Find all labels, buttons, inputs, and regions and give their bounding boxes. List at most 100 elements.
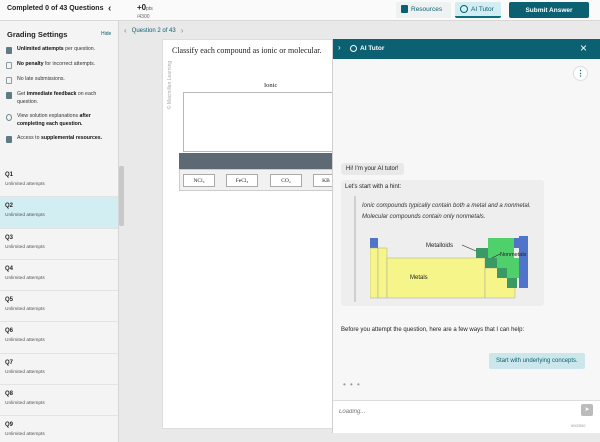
setting-text: No penalty for incorrect attempts. <box>17 61 96 67</box>
question-item-q8[interactable]: Q8 Unlimited attempts <box>0 385 118 417</box>
pt-metals-block <box>370 247 379 299</box>
resources-label: Resources <box>411 5 443 13</box>
points-value: +0 <box>137 3 147 12</box>
question-item-q6[interactable]: Q6 Unlimited attempts <box>0 322 118 354</box>
underlying-concepts-button[interactable]: Start with underlying concepts. <box>489 353 585 369</box>
grading-settings-list: Unlimited attempts per question. No pena… <box>6 46 114 150</box>
question-item-q3[interactable]: Q3 Unlimited attempts <box>0 229 118 260</box>
pt-noble-gases-block <box>514 238 519 248</box>
question-name: Q6 <box>5 328 14 335</box>
question-name: Q5 <box>5 297 14 304</box>
setting-text: View solution explanations after complet… <box>17 113 91 127</box>
question-prompt: Classify each compound as ionic or molec… <box>172 46 322 55</box>
question-item-q2[interactable]: Q2 Unlimited attempts <box>0 197 118 229</box>
answer-chip-co2[interactable]: CO₂ <box>270 174 302 187</box>
resources-button[interactable]: Resources <box>396 2 451 18</box>
unlimited-icon <box>6 47 12 54</box>
close-icon[interactable]: × <box>580 41 587 55</box>
next-question-icon[interactable]: › <box>181 26 184 35</box>
pt-noble-gases-block <box>519 236 528 288</box>
collapse-sidebar-button[interactable]: ‹ <box>108 3 111 15</box>
setting-item: No late submissions. <box>6 76 114 84</box>
question-item-q5[interactable]: Q5 Unlimited attempts <box>0 291 118 323</box>
question-attempts: Unlimited attempts <box>5 401 45 407</box>
top-bar: Completed 0 of 43 Questions ‹ +0pts /430… <box>0 0 600 21</box>
answer-chip-kb[interactable]: KB <box>313 174 333 187</box>
periodic-table-diagram: Metalloids Nonmetals Metals <box>370 236 528 299</box>
ai-tutor-icon <box>460 5 468 13</box>
question-name: Q8 <box>5 391 14 398</box>
no-penalty-icon <box>6 62 12 69</box>
pt-metalloids-block <box>507 278 517 288</box>
question-attempts: Unlimited attempts <box>5 338 45 344</box>
char-count: 500/500 <box>571 423 586 428</box>
question-list: Q1 Unlimited attempts Q2 Unlimited attempt… <box>0 166 118 442</box>
setting-item: No penalty for incorrect attempts. <box>6 61 114 69</box>
setting-text: No late submissions. <box>17 76 65 82</box>
greeting-message: Hi! I'm your AI tutor! <box>341 163 404 175</box>
question-name: Q3 <box>5 234 14 241</box>
previous-question-icon[interactable]: ‹ <box>124 26 127 35</box>
question-nav-label: Question 2 of 43 <box>131 27 176 34</box>
feedback-icon <box>6 92 12 99</box>
typing-indicator: • • • <box>343 380 361 389</box>
send-button[interactable]: ➤ <box>581 404 593 416</box>
setting-item: View solution explanations after complet… <box>6 113 114 128</box>
answer-chip-ncl3[interactable]: NCl₃ <box>183 174 215 187</box>
question-attempts: Unlimited attempts <box>5 369 45 375</box>
setting-item: Access to supplemental resources. <box>6 135 114 143</box>
ionic-bin-label: Ionic <box>264 82 278 89</box>
question-name: Q1 <box>5 172 14 178</box>
more-options-icon[interactable]: ⋮ <box>573 66 588 81</box>
submit-answer-button[interactable]: Submit Answer <box>509 2 589 18</box>
question-name: Q4 <box>5 265 14 272</box>
nonmetals-label: Nonmetals <box>500 252 527 258</box>
pt-group1-block <box>370 238 378 248</box>
question-attempts: Unlimited attempts <box>5 275 45 281</box>
hide-link[interactable]: Hide <box>101 31 111 37</box>
chat-input-area: ➤ 500/500 <box>333 400 600 433</box>
pt-metalloids-block <box>497 268 507 278</box>
pt-nonmetals-block <box>507 268 519 278</box>
points-unit: pts <box>146 6 153 12</box>
hint-quote: Ionic compounds typically contain both a… <box>354 196 542 302</box>
lightbulb-icon <box>6 114 12 121</box>
expand-panel-icon[interactable]: › <box>338 43 341 52</box>
setting-text: Unlimited attempts per question. <box>17 46 96 52</box>
ai-tutor-title: AI Tutor <box>360 45 385 52</box>
ai-tutor-label: AI Tutor <box>471 5 494 13</box>
setting-text: Get immediate feedback on each question. <box>17 91 97 105</box>
pt-metalloids-block <box>476 248 488 258</box>
question-item-q1[interactable]: Q1 Unlimited attempts <box>0 166 118 198</box>
question-item-q9[interactable]: Q9 Unlimited attempts <box>0 416 118 442</box>
book-icon <box>401 5 408 13</box>
pt-metals-block <box>386 257 486 299</box>
metals-label: Metals <box>410 275 428 281</box>
question-item-q7[interactable]: Q7 Unlimited attempts <box>0 354 118 386</box>
question-item-q4[interactable]: Q4 Unlimited attempts <box>0 260 118 292</box>
question-name: Q2 <box>5 203 14 210</box>
chat-input[interactable] <box>339 405 559 419</box>
ai-tutor-icon <box>350 45 357 52</box>
hint-text: Ionic compounds typically contain both a… <box>362 203 531 220</box>
question-attempts: Unlimited attempts <box>5 307 45 313</box>
question-attempts: Unlimited attempts <box>5 432 45 438</box>
pt-metals-block <box>377 247 388 299</box>
answer-chip-fecl3[interactable]: FeCl₃ <box>226 174 258 187</box>
question-page: © Macmillan Learning Classify each compo… <box>162 39 334 429</box>
question-attempts: Unlimited attempts <box>5 244 45 250</box>
ai-tutor-panel: › AI Tutor × ⋮ Hi! I'm your AI tutor! Le… <box>332 39 600 433</box>
question-name: Q7 <box>5 359 14 366</box>
hint-intro: Let's start with a hint: <box>345 184 402 190</box>
ionic-drop-zone[interactable] <box>183 92 333 152</box>
points-display: +0pts /4300 <box>137 2 153 21</box>
question-attempts: Unlimited attempts <box>5 182 45 187</box>
sidebar: Grading Settings Hide Unlimited attempts… <box>0 21 119 442</box>
help-message: Before you attempt the question, here ar… <box>341 327 525 333</box>
progress-label: Completed 0 of 43 Questions <box>7 5 104 12</box>
pt-metalloids-block <box>485 258 497 268</box>
question-attempts: Unlimited attempts <box>5 213 45 219</box>
sidebar-scrollbar[interactable] <box>119 166 124 226</box>
greeting-text: Hi! I'm your AI tutor! <box>346 166 399 172</box>
ai-tutor-button[interactable]: AI Tutor <box>455 2 501 18</box>
